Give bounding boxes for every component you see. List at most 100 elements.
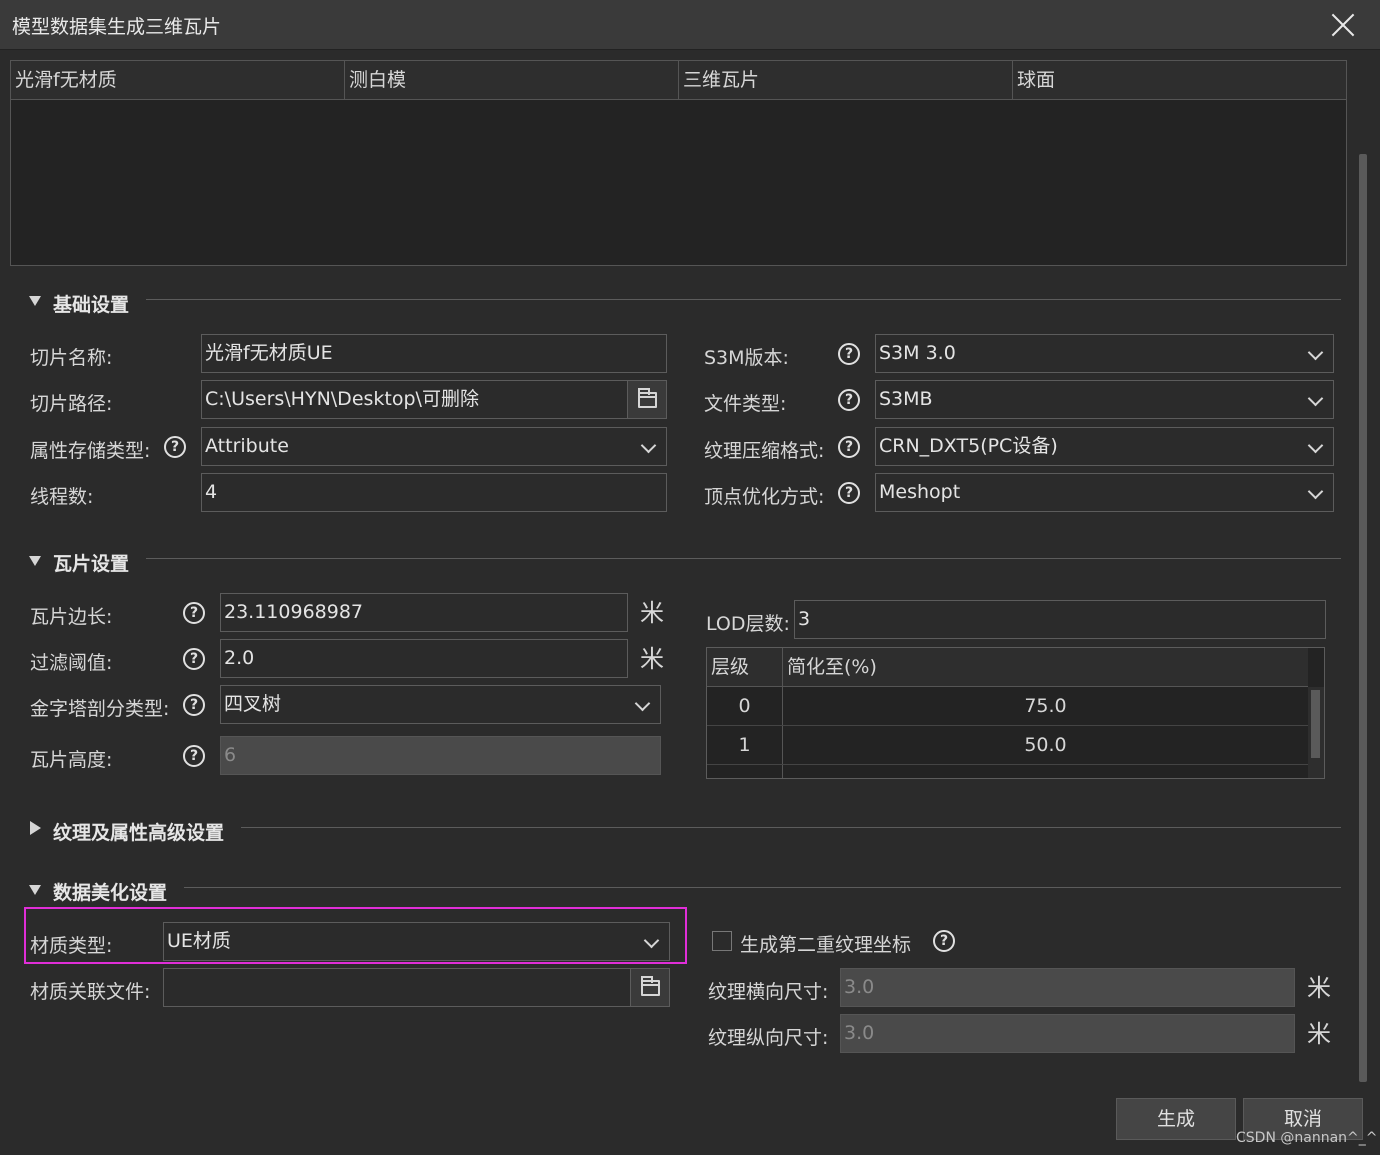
texture-compress-select[interactable]: CRN_DXT5(PC设备) — [875, 427, 1334, 466]
attr-storage-label: 属性存储类型: — [30, 440, 151, 462]
help-icon[interactable]: ? — [183, 694, 205, 716]
help-icon[interactable]: ? — [164, 436, 186, 458]
file-type-label: 文件类型: — [704, 393, 787, 415]
unit-meter-icon: 米 — [1307, 974, 1331, 1002]
pyramid-label: 金字塔剖分类型: — [30, 698, 170, 720]
table-row[interactable]: 0 75.0 — [707, 687, 1308, 726]
column-header[interactable]: 光滑f无材质 — [11, 61, 345, 100]
attr-storage-select[interactable]: Attribute — [201, 427, 667, 466]
tex-v-label: 纹理纵向尺寸: — [708, 1027, 829, 1049]
section-divider — [146, 299, 1341, 300]
scrollbar-thumb[interactable] — [1311, 690, 1320, 758]
column-header[interactable]: 简化至(%) — [783, 648, 1308, 687]
help-icon[interactable]: ? — [183, 602, 205, 624]
folder-icon — [641, 976, 660, 996]
help-icon[interactable]: ? — [183, 648, 205, 670]
threads-label: 线程数: — [30, 486, 94, 508]
lod-table[interactable]: 层级 简化至(%) 0 75.0 1 50.0 — [706, 647, 1325, 779]
window-title: 模型数据集生成三维瓦片 — [12, 16, 222, 38]
tex-h-label: 纹理横向尺寸: — [708, 981, 829, 1003]
unit-meter-icon: 米 — [640, 645, 664, 673]
tex-v-input: 3.0 — [840, 1014, 1295, 1053]
column-header[interactable]: 球面 — [1013, 61, 1346, 100]
unit-meter-icon: 米 — [1307, 1020, 1331, 1048]
collapse-triangle-icon[interactable] — [29, 296, 41, 306]
chevron-down-icon — [634, 695, 651, 712]
tile-height-label: 瓦片高度: — [30, 749, 113, 771]
material-file-input[interactable] — [163, 968, 631, 1007]
slice-path-label: 切片路径: — [30, 393, 113, 415]
material-file-label: 材质关联文件: — [30, 981, 151, 1003]
generate-button[interactable]: 生成 — [1116, 1098, 1236, 1140]
lod-level-cell[interactable]: 1 — [707, 726, 783, 764]
chevron-down-icon — [1307, 483, 1324, 500]
chevron-down-icon — [1307, 437, 1324, 454]
lod-table-body: 0 75.0 1 50.0 — [707, 687, 1308, 778]
pyramid-value: 四叉树 — [224, 693, 282, 715]
filter-input[interactable]: 2.0 — [220, 639, 628, 678]
close-icon[interactable] — [1326, 8, 1360, 42]
lod-simplify-cell[interactable]: 50.0 — [783, 726, 1308, 764]
tile-edge-input[interactable]: 23.110968987 — [220, 593, 628, 632]
slice-name-input[interactable]: 光滑f无材质UE — [201, 334, 667, 373]
collapse-triangle-icon[interactable] — [29, 885, 41, 895]
vertex-opt-label: 顶点优化方式: — [704, 486, 825, 508]
column-header[interactable]: 测白模 — [345, 61, 679, 100]
help-icon[interactable]: ? — [183, 745, 205, 767]
tex-h-input: 3.0 — [840, 968, 1295, 1007]
slice-path-input[interactable]: C:\Users\HYN\Desktop\可删除 — [201, 380, 628, 419]
file-type-select[interactable]: S3MB — [875, 380, 1334, 419]
section-title-beautify[interactable]: 数据美化设置 — [53, 878, 167, 905]
vertex-opt-select[interactable]: Meshopt — [875, 473, 1334, 512]
watermark: CSDN @nannan^_^ — [1236, 1130, 1378, 1146]
s3m-version-label: S3M版本: — [704, 347, 789, 369]
section-title-tile[interactable]: 瓦片设置 — [53, 549, 129, 576]
material-type-label: 材质类型: — [30, 935, 113, 957]
help-icon[interactable]: ? — [838, 436, 860, 458]
column-header[interactable]: 三维瓦片 — [679, 61, 1013, 100]
chevron-down-icon — [640, 437, 657, 454]
folder-icon — [638, 388, 657, 408]
vertex-opt-value: Meshopt — [879, 481, 961, 503]
slice-name-label: 切片名称: — [30, 347, 113, 369]
file-type-value: S3MB — [879, 388, 933, 410]
help-icon[interactable]: ? — [838, 482, 860, 504]
texture-compress-value: CRN_DXT5(PC设备) — [879, 435, 1058, 457]
lod-level-cell[interactable]: 0 — [707, 687, 783, 725]
section-title-basic[interactable]: 基础设置 — [53, 290, 129, 317]
section-divider — [184, 887, 1341, 888]
s3m-version-select[interactable]: S3M 3.0 — [875, 334, 1334, 373]
help-icon[interactable]: ? — [933, 930, 955, 952]
table-row-partial — [707, 765, 1308, 778]
lod-label: LOD层数: — [706, 613, 790, 635]
lod-simplify-cell[interactable]: 75.0 — [783, 687, 1308, 725]
section-divider — [146, 558, 1341, 559]
attr-storage-value: Attribute — [205, 435, 289, 457]
unit-meter-icon: 米 — [640, 599, 664, 627]
chevron-down-icon — [1307, 390, 1324, 407]
filter-label: 过滤阈值: — [30, 652, 113, 674]
table-row[interactable]: 1 50.0 — [707, 726, 1308, 765]
texture-compress-label: 纹理压缩格式: — [704, 440, 825, 462]
browse-path-button[interactable] — [627, 380, 667, 419]
dataset-table[interactable]: 光滑f无材质 测白模 三维瓦片 球面 — [10, 60, 1347, 266]
threads-input[interactable]: 4 — [201, 473, 667, 512]
second-uv-checkbox[interactable] — [712, 931, 732, 951]
column-header[interactable]: 层级 — [707, 648, 783, 687]
second-uv-label: 生成第二重纹理坐标 — [740, 934, 912, 956]
lod-input[interactable]: 3 — [794, 600, 1326, 639]
section-title-advanced[interactable]: 纹理及属性高级设置 — [53, 818, 224, 845]
scrollbar-thumb[interactable] — [1359, 154, 1367, 1082]
s3m-version-value: S3M 3.0 — [879, 342, 956, 364]
collapse-triangle-icon[interactable] — [29, 556, 41, 566]
chevron-down-icon — [643, 932, 660, 949]
expand-triangle-icon[interactable] — [30, 821, 41, 835]
chevron-down-icon — [1307, 344, 1324, 361]
pyramid-select[interactable]: 四叉树 — [220, 685, 661, 724]
dataset-table-header: 光滑f无材质 测白模 三维瓦片 球面 — [11, 61, 1346, 100]
help-icon[interactable]: ? — [838, 343, 860, 365]
browse-material-button[interactable] — [630, 968, 670, 1007]
section-divider — [241, 827, 1341, 828]
material-type-select[interactable]: UE材质 — [163, 922, 670, 961]
help-icon[interactable]: ? — [838, 389, 860, 411]
